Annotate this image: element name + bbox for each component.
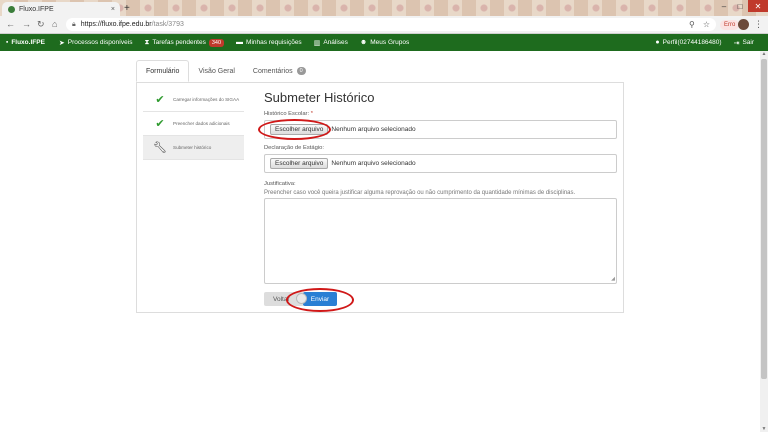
bar-chart-icon: ▥ [313, 39, 321, 47]
scrollbar-thumb[interactable] [761, 59, 767, 379]
nav-grupos-label: Meus Grupos [370, 39, 410, 46]
site-favicon-icon [8, 5, 15, 13]
required-mark: * [310, 111, 313, 117]
nav-perfil[interactable]: ● Perfil(02744186480) [655, 39, 721, 47]
declaracao-choose-file-button[interactable]: Escolher arquivo [270, 158, 329, 169]
browser-tab[interactable]: Fluxo.IFPE × [2, 2, 120, 16]
justificativa-label: Justificativa: [264, 181, 296, 187]
scroll-up-icon[interactable]: ▲ [760, 51, 768, 57]
scroll-down-icon[interactable]: ▼ [760, 426, 768, 432]
wizard-steps: ✔ Carregar informações do SIGAA ✔ Preenc… [143, 88, 244, 160]
historico-label-text: Histórico Escolar: [264, 111, 310, 117]
page-scrollbar[interactable]: ▲ ▼ [760, 51, 768, 432]
maximize-icon[interactable]: □ [732, 0, 748, 12]
nav-tarefas-label: Tarefas pendentes [152, 39, 206, 46]
nav-grupos[interactable]: ☻ Meus Grupos [360, 39, 409, 46]
step-preencher[interactable]: ✔ Preencher dados adicionais [143, 112, 244, 136]
historico-file-input[interactable]: Escolher arquivo Nenhum arquivo selecion… [264, 120, 617, 139]
profile-error-chip[interactable]: Erro [720, 20, 740, 30]
step-label: Preencher dados adicionais [173, 121, 230, 126]
step-carregar[interactable]: ✔ Carregar informações do SIGAA [143, 88, 244, 112]
brand-link[interactable]: ▪ Fluxo.IFPE [6, 39, 45, 46]
nav-analises-label: Análises [323, 39, 348, 46]
step-submeter[interactable]: 🔧︎ Submeter histórico [143, 136, 244, 160]
user-icon: ● [655, 39, 660, 46]
declaracao-file-input[interactable]: Escolher arquivo Nenhum arquivo selecion… [264, 154, 617, 173]
page-tabs: Formulário Visão Geral Comentários 0 [136, 60, 315, 82]
browser-tab-title: Fluxo.IFPE [19, 5, 54, 13]
browser-menu-icon[interactable]: ⋮ [754, 19, 763, 30]
declaracao-label: Declaração de Estágio: [264, 145, 324, 151]
justificativa-textarea[interactable]: ◢ [264, 198, 617, 284]
forward-icon[interactable]: → [22, 19, 31, 29]
justificativa-hint: Preencher caso você queira justificar al… [264, 190, 576, 196]
home-icon[interactable]: ⌂ [52, 19, 57, 29]
logout-icon: ⇥ [733, 39, 740, 47]
step-label: Carregar informações do SIGAA [173, 97, 240, 102]
historico-label: Histórico Escolar: * [264, 111, 313, 117]
page-title: Submeter Histórico [264, 90, 375, 105]
resize-grip-icon[interactable]: ◢ [611, 276, 615, 282]
tab-comentarios-label: Comentários [252, 67, 293, 75]
hourglass-icon: ⧗ [144, 38, 150, 46]
nav-processos[interactable]: ➤ Processos disponíveis [59, 39, 133, 47]
url-path: /task/3793 [151, 21, 184, 28]
send-icon: ➤ [58, 39, 65, 47]
window-close-icon[interactable]: ✕ [748, 0, 768, 12]
new-tab-icon[interactable]: + [124, 3, 130, 14]
reload-icon[interactable]: ↻ [37, 19, 45, 30]
tab-visao-geral[interactable]: Visão Geral [189, 60, 243, 82]
lock-icon: 🔒︎ [72, 20, 76, 28]
tab-comentarios[interactable]: Comentários 0 [244, 60, 315, 82]
wrench-icon: 🔧︎ [153, 142, 167, 154]
browser-tab-strip: Fluxo.IFPE × + – □ ✕ [0, 0, 768, 16]
brand-logo-icon: ▪ [6, 39, 9, 46]
check-icon: ✔ [155, 94, 165, 106]
cursor-overlay [296, 293, 307, 304]
enviar-button[interactable]: Enviar [303, 292, 337, 306]
comentarios-count-badge: 0 [296, 67, 306, 75]
nav-perfil-label: Perfil(02744186480) [662, 39, 722, 46]
tarefas-count-badge: 340 [208, 38, 225, 47]
minimize-icon[interactable]: – [716, 0, 732, 12]
url-input[interactable]: 🔒︎ https://fluxo.ifpe.edu.br/task/3793 ⚲… [66, 18, 716, 31]
bookmark-star-icon[interactable]: ☆ [703, 20, 710, 29]
nav-processos-label: Processos disponíveis [67, 39, 133, 46]
address-bar-row: ← → ↻ ⌂ 🔒︎ https://fluxo.ifpe.edu.br/tas… [0, 16, 768, 34]
historico-choose-file-button[interactable]: Escolher arquivo [270, 124, 329, 135]
url-host: https://fluxo.ifpe.edu.br [80, 21, 152, 28]
nav-requisicoes[interactable]: ▬ Minhas requisições [236, 39, 302, 46]
folder-icon: ▬ [236, 39, 244, 46]
back-icon[interactable]: ← [6, 19, 15, 29]
zoom-search-icon[interactable]: ⚲ [689, 20, 695, 29]
nav-sair[interactable]: ⇥ Sair [734, 39, 754, 47]
check-icon: ✔ [155, 118, 165, 130]
window-controls: – □ ✕ [716, 0, 768, 12]
nav-tarefas[interactable]: ⧗ Tarefas pendentes 340 [144, 38, 225, 47]
brand-text: Fluxo.IFPE [11, 39, 45, 46]
tab-formulario[interactable]: Formulário [136, 60, 190, 82]
group-icon: ☻ [359, 39, 368, 46]
nav-sair-label: Sair [742, 39, 754, 46]
nav-requisicoes-label: Minhas requisições [246, 39, 302, 46]
historico-file-status: Nenhum arquivo selecionado [331, 126, 416, 133]
app-navbar: ▪ Fluxo.IFPE ➤ Processos disponíveis ⧗ Tare… [0, 34, 768, 51]
avatar[interactable] [738, 19, 749, 30]
nav-analises[interactable]: ▥ Análises [314, 39, 348, 47]
declaracao-file-status: Nenhum arquivo selecionado [331, 160, 416, 167]
tab-close-icon[interactable]: × [111, 6, 115, 13]
step-label: Submeter histórico [173, 145, 212, 150]
